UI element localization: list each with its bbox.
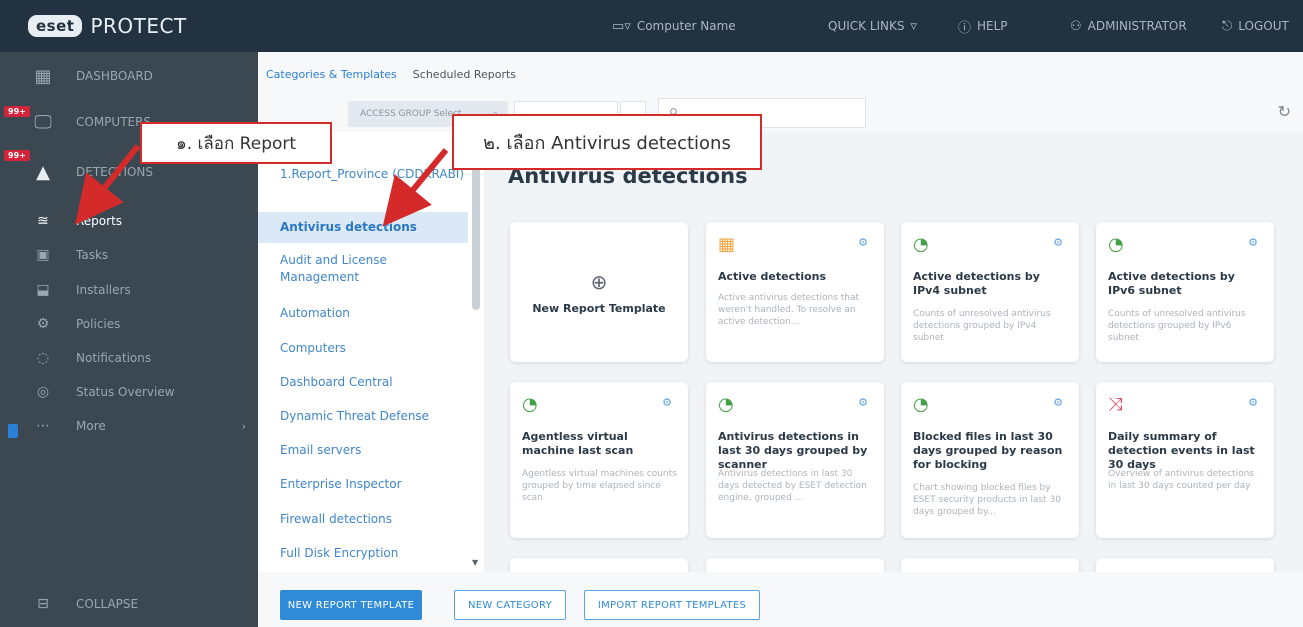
annotation-arrows — [75, 144, 449, 227]
arrow-to-reports — [75, 144, 141, 225]
arrow-to-antivirus-detections — [382, 148, 449, 227]
app-window: eset PROTECT ▭▿ Computer Name QUICK LINK… — [0, 0, 1303, 627]
